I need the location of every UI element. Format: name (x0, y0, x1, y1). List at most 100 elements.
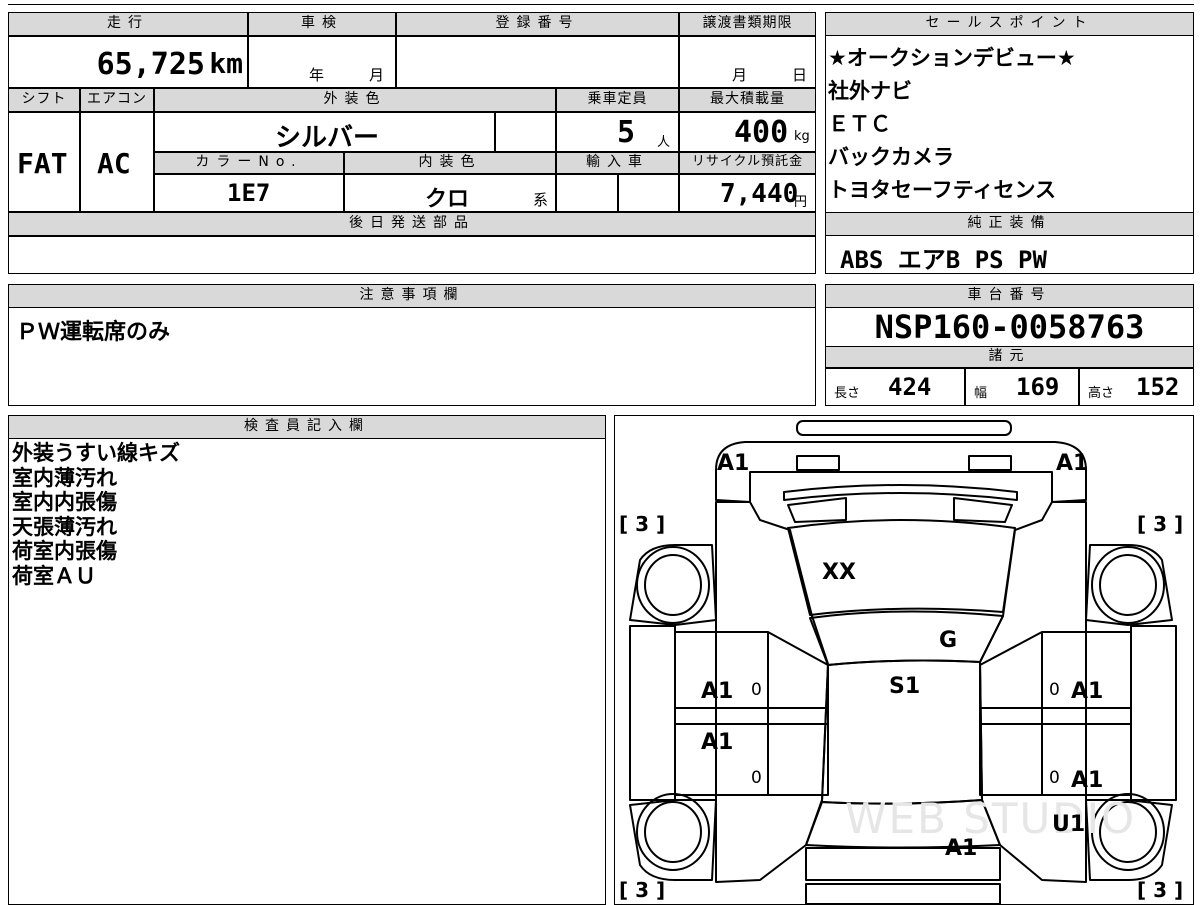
inspector-line: 室内薄汚れ (12, 465, 117, 490)
mark-left-front-door: A1 (701, 679, 734, 704)
height-label: 高さ (1088, 386, 1115, 401)
chassis-header: 車台番号 (825, 284, 1194, 308)
inspector-line: 外装うすい線キズ (12, 441, 180, 465)
grille-right (952, 496, 1013, 523)
grille-left (786, 496, 847, 523)
height-value: 152 (1136, 373, 1180, 401)
color-no-value: 1E7 (227, 179, 271, 207)
mark-rear-hatch: A1 (945, 836, 978, 861)
sales-point-item: バックカメラ (828, 145, 954, 169)
sales-points-list: ★オークションデビュー★ 社外ナビ ＥＴＣ バックカメラ トヨタセーフティセンス (828, 42, 1190, 212)
mark-roof: S1 (889, 674, 921, 699)
shift-value: FAT (17, 147, 68, 180)
dims-header: 諸元 (825, 346, 1194, 368)
max-load-unit: kg (794, 129, 810, 144)
width-value: 169 (1016, 373, 1060, 401)
left-fender (628, 624, 676, 801)
mark-front-left: A1 (717, 451, 750, 476)
genuine-equipment-header: 純正装備 (825, 212, 1194, 236)
mileage-cell: 65,725 km (8, 36, 248, 88)
width-cell: 幅 169 (965, 368, 1079, 406)
car-diagram-box: WEB STUDIO A1 A1 XX G S1 A1 A1 A1 A1 U1 … (614, 415, 1194, 905)
windshield (808, 609, 1004, 666)
right-front-door (978, 630, 1132, 725)
tire-mark-rear-right: [ 3 ] (1137, 878, 1184, 902)
rear-bumper (804, 882, 1001, 904)
sales-point-item: ＥＴＣ (828, 112, 891, 136)
exterior-color-value: シルバー (275, 123, 380, 152)
zero-mark: 0 (751, 768, 762, 788)
headlight-right (967, 454, 1012, 471)
mark-front-right: A1 (1056, 451, 1089, 476)
wheel-front-left (635, 545, 710, 624)
height-cell: 高さ 152 (1079, 368, 1194, 406)
exterior-color-extra-cell (495, 112, 556, 152)
sales-points-header: セールスポイント (825, 12, 1194, 36)
mileage-header: 走行 (8, 12, 248, 36)
transfer-deadline-header: 譲渡書類期限 (679, 12, 816, 36)
color-no-header: カラーNo. (154, 152, 344, 174)
capacity-value: 5 (617, 115, 636, 150)
exterior-color-cell: シルバー (154, 112, 495, 152)
wheel-rear-left (635, 792, 710, 871)
length-value: 424 (888, 373, 932, 401)
capacity-header: 乗車定員 (556, 88, 679, 112)
transfer-day-unit: 日 (792, 66, 808, 84)
capacity-cell: 5 人 (556, 112, 679, 152)
inspector-line: 荷室内張傷 (12, 539, 117, 563)
interior-color-suffix: 系 (533, 191, 549, 209)
length-cell: 長さ 424 (825, 368, 965, 406)
mileage-value: 65,725 (96, 47, 205, 82)
interior-color-value: クロ (425, 187, 470, 212)
zero-mark: 0 (751, 680, 762, 700)
tire-mark-front-left: [ 3 ] (619, 512, 666, 536)
shaken-year-unit: 年 (309, 66, 325, 84)
max-load-cell: 400 kg (679, 112, 816, 152)
import-header: 輸入車 (556, 152, 679, 174)
width-label: 幅 (974, 386, 988, 401)
grille (782, 483, 1018, 501)
notes-header: 注意事項欄 (8, 284, 816, 308)
front-bumper-bar (795, 419, 1012, 436)
length-label: 長さ (834, 386, 861, 401)
mark-rear-right: U1 (1052, 812, 1086, 837)
exterior-color-header: 外装色 (154, 88, 556, 112)
mark-windshield: G (939, 628, 958, 653)
transfer-month-unit: 月 (732, 66, 748, 84)
interior-color-cell: クロ 系 (344, 174, 556, 212)
tire-mark-rear-left: [ 3 ] (619, 878, 666, 902)
shift-header: シフト (8, 88, 80, 112)
zero-mark: 0 (1049, 768, 1060, 788)
mileage-unit: km (209, 47, 243, 80)
shaken-cell: 年 月 (248, 36, 396, 88)
inspector-line: 天張薄汚れ (12, 514, 117, 539)
right-fender (1129, 624, 1177, 801)
registration-header: 登録番号 (396, 12, 679, 36)
sales-point-item: 社外ナビ (828, 79, 912, 103)
genuine-equipment-value: ABS エアB PS PW (840, 246, 1047, 274)
recycle-unit: 円 (794, 195, 808, 210)
left-front-door (673, 630, 829, 725)
interior-color-header: 内装色 (344, 152, 556, 174)
tire-mark-front-right: [ 3 ] (1137, 512, 1184, 536)
sales-point-item: ★オークションデビュー★ (828, 46, 1076, 70)
headlight-left (795, 454, 840, 471)
transfer-deadline-cell: 月 日 (679, 36, 816, 88)
mark-hood: XX (822, 560, 856, 585)
mark-left-rear-door: A1 (701, 730, 734, 755)
zero-mark: 0 (1049, 680, 1060, 700)
wheel-front-right (1090, 545, 1165, 624)
shift-cell: FAT (8, 112, 80, 212)
aircon-header: エアコン (80, 88, 154, 112)
mark-right-front-door: A1 (1071, 679, 1104, 704)
import-cell-a (556, 174, 618, 212)
import-cell-b (618, 174, 679, 212)
mark-right-rear-door: A1 (1071, 768, 1104, 793)
later-parts-header: 後日発送部品 (8, 212, 816, 236)
capacity-unit: 人 (657, 135, 671, 150)
chassis-value: NSP160-0058763 (874, 308, 1145, 346)
watermark: WEB STUDIO (845, 794, 1137, 843)
max-load-header: 最大積載量 (679, 88, 816, 112)
top-strip (8, 0, 1194, 5)
inspector-header: 検査員記入欄 (8, 415, 606, 439)
